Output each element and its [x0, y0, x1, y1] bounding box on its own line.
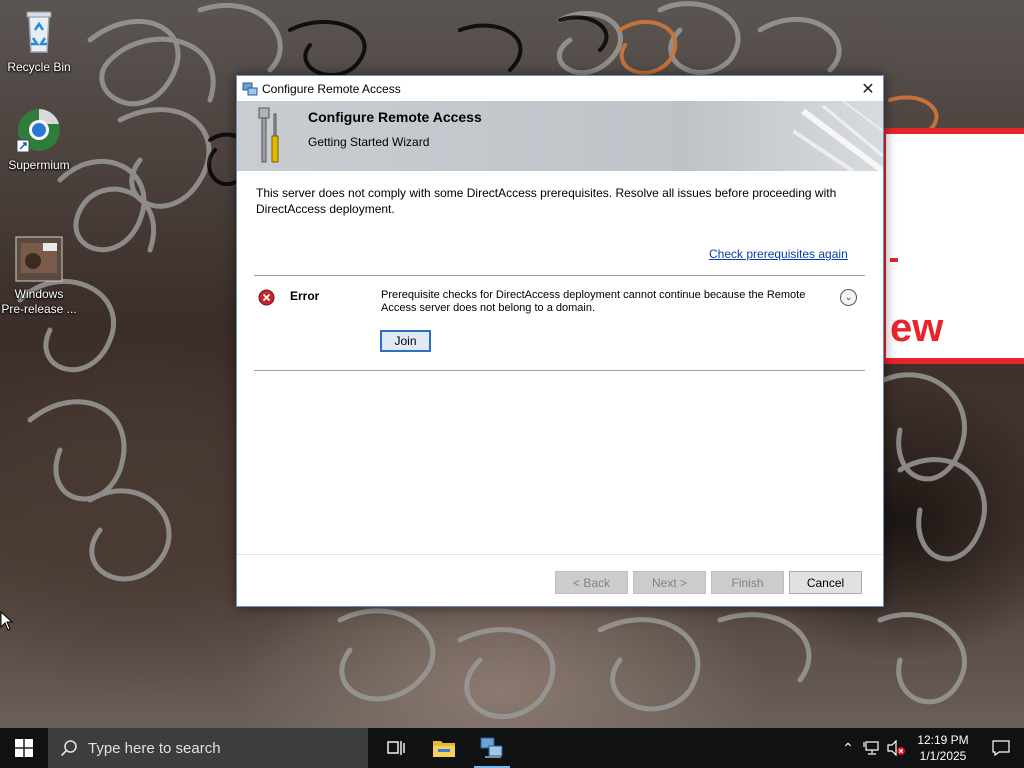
banner-dash — [890, 258, 898, 262]
action-center-button[interactable] — [978, 728, 1024, 768]
close-icon: ✕ — [861, 80, 875, 98]
dialog-window-title: Configure Remote Access — [262, 81, 401, 96]
desktop-icon-recycle-bin[interactable]: Recycle Bin — [1, 8, 77, 75]
volume-muted-icon — [887, 740, 905, 756]
finish-button[interactable]: Finish — [711, 571, 784, 594]
network-button[interactable] — [860, 728, 884, 768]
wizard-footer: < Back Next > Finish Cancel — [237, 554, 883, 606]
cancel-button[interactable]: Cancel — [789, 571, 862, 594]
expand-button[interactable]: ⌄ — [840, 289, 857, 306]
file-explorer-icon — [433, 741, 455, 757]
desktop-icon-label: Supermium — [8, 158, 70, 172]
configure-remote-access-dialog: Configure Remote Access ✕ Configure Remo… — [236, 75, 884, 607]
task-view-button[interactable] — [372, 728, 420, 768]
windows-logo-icon — [15, 739, 33, 757]
image-file-icon — [15, 220, 63, 282]
divider-bottom — [254, 370, 865, 371]
remote-access-icon — [480, 737, 503, 758]
system-clock[interactable]: 12:19 PM 1/1/2025 — [908, 732, 978, 764]
wizard-content: This server does not comply with some Di… — [237, 171, 883, 556]
clock-time: 12:19 PM — [917, 733, 969, 747]
network-icon — [863, 741, 879, 755]
search-placeholder: Type here to search — [88, 739, 221, 757]
desktop-icon-label: Recycle Bin — [7, 60, 71, 74]
wizard-subtitle: Getting Started Wizard — [308, 135, 430, 149]
chevron-down-icon: ⌄ — [844, 292, 853, 302]
error-description: Prerequisite checks for DirectAccess dep… — [381, 289, 806, 314]
desktop-icon-windows-pre-release[interactable]: Windows Pre-release ... — [1, 205, 77, 332]
tools-icon — [258, 107, 279, 163]
remote-access-icon — [242, 81, 258, 97]
browser-icon — [15, 106, 63, 154]
dialog-titlebar[interactable]: Configure Remote Access ✕ — [237, 76, 883, 101]
error-icon — [258, 289, 275, 306]
wizard-header: Configure Remote Access Getting Started … — [237, 101, 883, 171]
join-button[interactable]: Join — [380, 330, 431, 352]
close-button[interactable]: ✕ — [853, 77, 883, 101]
back-button[interactable]: < Back — [555, 571, 628, 594]
system-tray: ⌃ 12:19 PM 1/1/2025 — [836, 728, 1024, 768]
wizard-title: Configure Remote Access — [308, 109, 482, 125]
file-explorer-button[interactable] — [420, 728, 468, 768]
banner-text: ew — [890, 306, 944, 350]
prerequisite-message: This server does not comply with some Di… — [256, 186, 837, 216]
search-icon — [60, 740, 77, 757]
error-label: Error — [290, 289, 320, 303]
show-hidden-icons-button[interactable]: ⌃ — [836, 728, 860, 768]
next-button[interactable]: Next > — [633, 571, 706, 594]
desktop-icon-label: Windows Pre-release ... — [1, 287, 77, 316]
clock-date: 1/1/2025 — [919, 749, 967, 763]
check-prerequisites-link[interactable]: Check prerequisites again — [709, 247, 848, 261]
start-button[interactable] — [0, 728, 48, 768]
desktop-icon-supermium[interactable]: Supermium — [1, 106, 77, 173]
taskbar-search-box[interactable]: Type here to search — [48, 728, 368, 768]
notification-icon — [992, 740, 1010, 756]
mouse-cursor-icon — [0, 611, 14, 631]
chevron-up-icon: ⌃ — [842, 739, 854, 756]
volume-button[interactable] — [884, 728, 908, 768]
task-view-icon — [387, 741, 405, 755]
recycle-bin-icon — [15, 8, 63, 56]
remote-access-taskbar-button[interactable] — [468, 728, 516, 768]
taskbar: Type here to search ⌃ 12:19 PM 1/1/2025 — [0, 728, 1024, 768]
divider-top — [254, 275, 865, 276]
header-decoration — [793, 101, 883, 171]
error-item: Error Prerequisite checks for DirectAcce… — [237, 281, 883, 371]
background-banner: ew — [880, 128, 1024, 364]
